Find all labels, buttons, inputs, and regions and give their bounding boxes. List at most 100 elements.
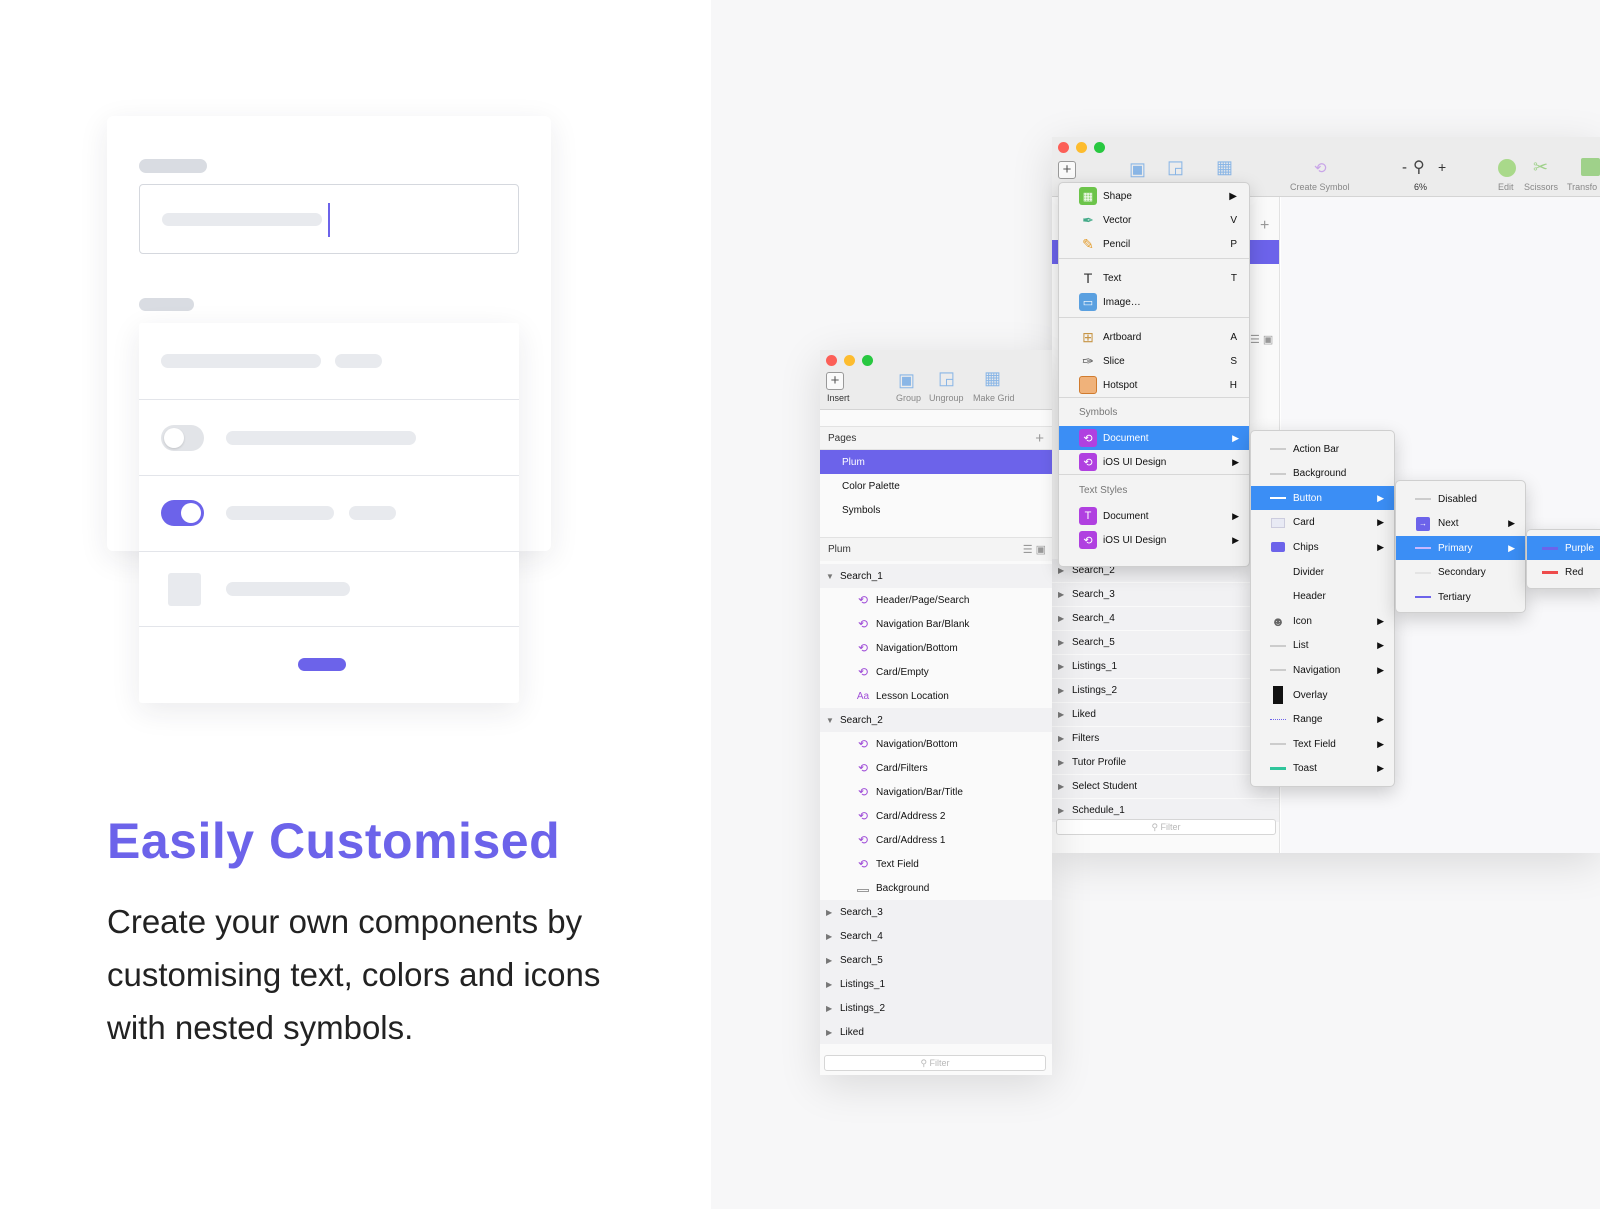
disclosure-closed-icon[interactable]: ▶ xyxy=(1058,686,1072,695)
document-menu-item-button[interactable]: Button ▶ xyxy=(1251,486,1394,511)
layer-group-listings-2[interactable]: ▶ Listings_2 xyxy=(820,996,1052,1020)
document-menu-item-list[interactable]: List ▶ xyxy=(1251,634,1394,658)
minimize-button[interactable] xyxy=(1076,142,1087,153)
button-menu-item-disabled[interactable]: Disabled xyxy=(1396,487,1525,511)
primary-menu-item-red[interactable]: Red xyxy=(1527,561,1600,585)
layer-group-select-student[interactable]: ▶ Select Student xyxy=(1052,775,1279,799)
zoom-minus[interactable]: - xyxy=(1402,159,1407,176)
disclosure-open-icon[interactable]: ▼ xyxy=(826,572,840,581)
ungroup-icon[interactable]: ◲ xyxy=(1167,157,1184,178)
group-icon[interactable]: ▣ xyxy=(898,370,915,391)
minimize-button[interactable] xyxy=(844,355,855,366)
button-menu-item-secondary[interactable]: Secondary xyxy=(1396,561,1525,585)
insert-icon[interactable]: + xyxy=(826,372,844,390)
layer-group-search-3[interactable]: ▶ Search_3 xyxy=(820,900,1052,924)
insert-menu-item-artboard[interactable]: ⊞ Artboard A xyxy=(1059,325,1249,349)
layer-item[interactable]: Aa Lesson Location xyxy=(820,684,1052,708)
text-styles-menu-item-ios-ui-design[interactable]: ⟲ iOS UI Design ▶ xyxy=(1059,528,1249,552)
layer-group-search-3[interactable]: ▶ Search_3 xyxy=(1052,583,1279,607)
insert-label[interactable]: Insert xyxy=(827,393,850,403)
primary-menu-item-purple[interactable]: Purple xyxy=(1527,536,1600,560)
edit-icon[interactable] xyxy=(1498,159,1516,177)
scissors-icon[interactable]: ✂ xyxy=(1533,157,1548,178)
page-item-symbols[interactable]: Symbols xyxy=(820,498,1052,522)
document-menu-item-text-field[interactable]: Text Field ▶ xyxy=(1251,732,1394,756)
layers-view-icons[interactable]: ☰ ▣ xyxy=(1250,333,1273,346)
group-icon[interactable]: ▣ xyxy=(1129,159,1146,180)
symbols-menu-item-ios-ui-design[interactable]: ⟲ iOS UI Design ▶ xyxy=(1059,450,1249,474)
close-button[interactable] xyxy=(826,355,837,366)
layer-group-search-5[interactable]: ▶ Search_5 xyxy=(1052,631,1279,655)
document-menu-item-card[interactable]: Card ▶ xyxy=(1251,511,1394,535)
layer-item[interactable]: ⟲ Navigation/Bar/Title xyxy=(820,780,1052,804)
document-menu-item-header[interactable]: Header xyxy=(1251,585,1394,609)
page-item-color-palette[interactable]: Color Palette xyxy=(820,474,1052,498)
disclosure-open-icon[interactable]: ▼ xyxy=(826,716,840,725)
insert-menu-item-pencil[interactable]: ✎ Pencil P xyxy=(1059,232,1249,256)
add-page-icon[interactable]: + xyxy=(1035,430,1044,447)
layer-group-search-4[interactable]: ▶ Search_4 xyxy=(1052,607,1279,631)
disclosure-closed-icon[interactable]: ▶ xyxy=(1058,566,1072,575)
disclosure-closed-icon[interactable]: ▶ xyxy=(1058,614,1072,623)
ungroup-label[interactable]: Ungroup xyxy=(929,393,964,403)
text-styles-menu-item-document[interactable]: T Document ▶ xyxy=(1059,504,1249,528)
document-menu-item-icon[interactable]: ☻ Icon ▶ xyxy=(1251,609,1394,633)
layer-group-listings-2[interactable]: ▶ Listings_2 xyxy=(1052,679,1279,703)
toggle-off[interactable] xyxy=(161,425,204,451)
layer-item[interactable]: ⟲ Navigation/Bottom xyxy=(820,636,1052,660)
disclosure-closed-icon[interactable]: ▶ xyxy=(826,1004,840,1013)
layer-group-filters[interactable]: ▶ Filters xyxy=(1052,727,1279,751)
layer-item[interactable]: ⟲ Card/Filters xyxy=(820,756,1052,780)
disclosure-closed-icon[interactable]: ▶ xyxy=(826,932,840,941)
button-menu-item-tertiary[interactable]: Tertiary xyxy=(1396,585,1525,609)
insert-menu-item-vector[interactable]: ✒ Vector V xyxy=(1059,208,1249,232)
symbols-menu-item-document[interactable]: ⟲ Document ▶ xyxy=(1059,426,1249,450)
zoom-plus[interactable]: + xyxy=(1438,159,1446,175)
disclosure-closed-icon[interactable]: ▶ xyxy=(1058,590,1072,599)
insert-menu-item-hotspot[interactable]: Hotspot H xyxy=(1059,373,1249,397)
zoom-search-icon[interactable]: ⚲ xyxy=(1413,157,1425,177)
layer-item[interactable]: ⟲ Navigation Bar/Blank xyxy=(820,612,1052,636)
zoom-button[interactable] xyxy=(1094,142,1105,153)
ungroup-icon[interactable]: ◲ xyxy=(938,368,955,389)
group-label[interactable]: Group xyxy=(896,393,921,403)
layer-group-liked[interactable]: ▶ Liked xyxy=(820,1020,1052,1044)
insert-menu-item-text[interactable]: T Text T xyxy=(1059,266,1249,290)
document-menu-item-navigation[interactable]: Navigation ▶ xyxy=(1251,658,1394,682)
layer-group-listings-1[interactable]: ▶ Listings_1 xyxy=(820,972,1052,996)
layer-item[interactable]: ⟲ Card/Empty xyxy=(820,660,1052,684)
layer-item[interactable]: ⟲ Card/Address 1 xyxy=(820,828,1052,852)
layers-view-icons[interactable]: ☰ ▣ xyxy=(1023,543,1046,556)
action-button-mock[interactable] xyxy=(298,658,346,671)
layer-item[interactable]: Background xyxy=(820,876,1052,900)
disclosure-closed-icon[interactable]: ▶ xyxy=(1058,734,1072,743)
document-menu-item-range[interactable]: Range ▶ xyxy=(1251,708,1394,732)
toggle-on[interactable] xyxy=(161,500,204,526)
transform-icon[interactable] xyxy=(1581,158,1600,176)
disclosure-closed-icon[interactable]: ▶ xyxy=(826,956,840,965)
layer-item[interactable]: ⟲ Navigation/Bottom xyxy=(820,732,1052,756)
layer-group-search-1[interactable]: ▼ Search_1 xyxy=(820,564,1052,588)
layer-group-search-4[interactable]: ▶ Search_4 xyxy=(820,924,1052,948)
button-menu-item-next[interactable]: → Next ▶ xyxy=(1396,512,1525,536)
make-grid-icon[interactable]: ▦ xyxy=(1216,157,1233,178)
document-menu-item-background[interactable]: Background xyxy=(1251,462,1394,486)
insert-menu-item-slice[interactable]: ✑ Slice S xyxy=(1059,349,1249,373)
insert-menu-item-shape[interactable]: ▦ Shape ▶ xyxy=(1059,184,1249,208)
disclosure-closed-icon[interactable]: ▶ xyxy=(1058,638,1072,647)
front-filter-input[interactable]: ⚲ Filter xyxy=(824,1055,1046,1071)
text-input-mock[interactable] xyxy=(139,184,519,254)
document-menu-item-action-bar[interactable]: Action Bar xyxy=(1251,437,1394,461)
document-menu-item-toast[interactable]: Toast ▶ xyxy=(1251,757,1394,781)
disclosure-closed-icon[interactable]: ▶ xyxy=(1058,782,1072,791)
insert-icon[interactable]: + xyxy=(1058,161,1076,179)
layer-item[interactable]: ⟲ Header/Page/Search xyxy=(820,588,1052,612)
page-item-plum[interactable]: Plum xyxy=(820,450,1052,474)
document-menu-item-chips[interactable]: Chips ▶ xyxy=(1251,535,1394,559)
document-menu-item-overlay[interactable]: Overlay xyxy=(1251,683,1394,707)
layer-group-tutor-profile[interactable]: ▶ Tutor Profile xyxy=(1052,751,1279,775)
layer-group-search-5[interactable]: ▶ Search_5 xyxy=(820,948,1052,972)
button-menu-item-primary[interactable]: Primary ▶ xyxy=(1396,536,1525,561)
document-menu-item-divider[interactable]: Divider xyxy=(1251,560,1394,584)
add-page-icon[interactable]: + xyxy=(1260,217,1269,235)
